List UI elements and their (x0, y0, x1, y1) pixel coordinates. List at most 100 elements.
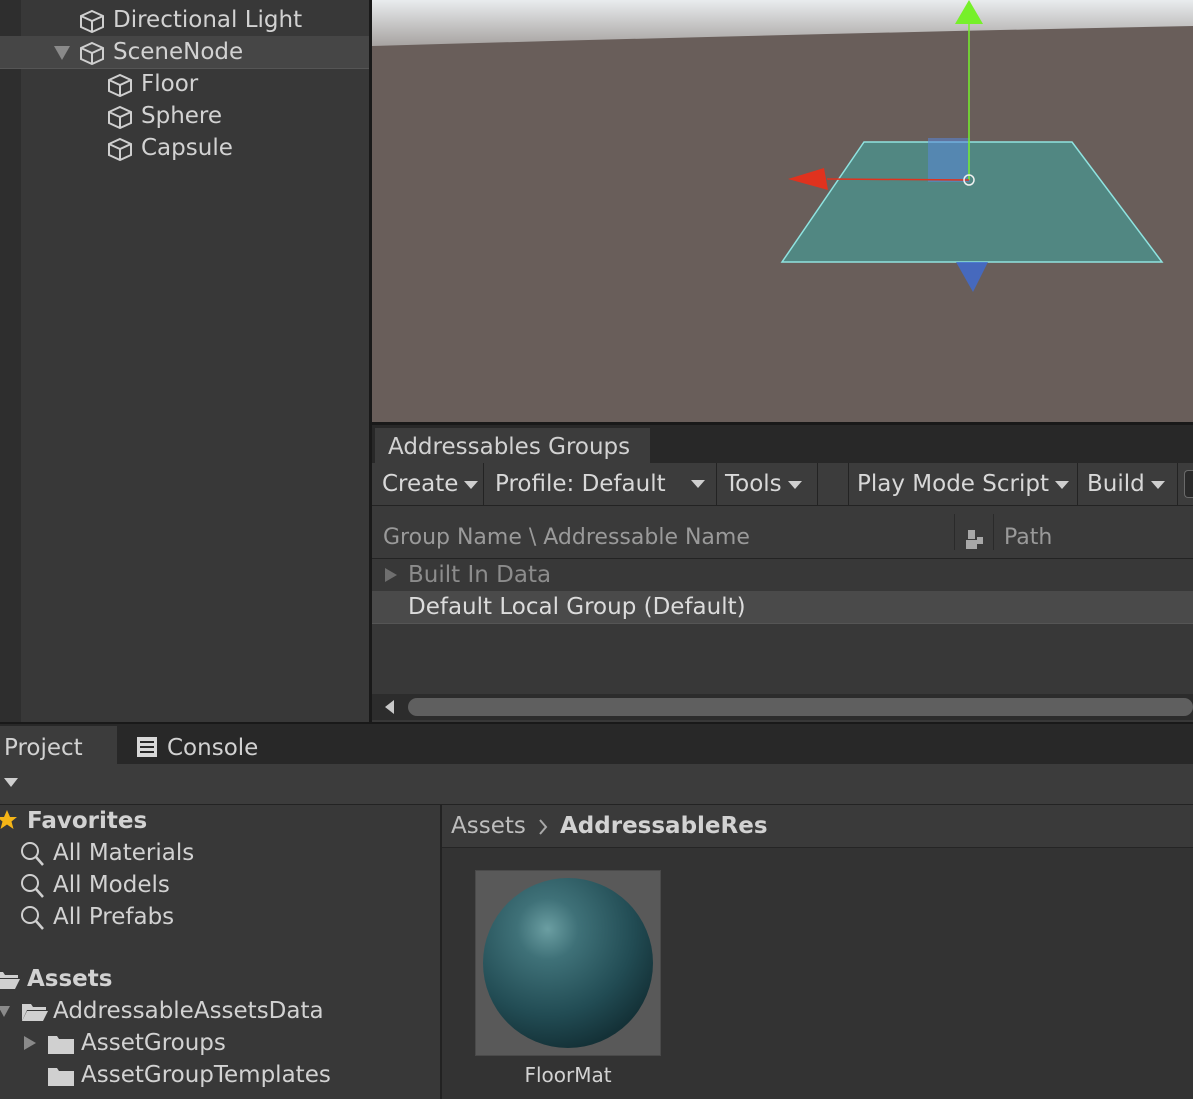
assets-root[interactable]: Assets (0, 963, 440, 995)
asset-label[interactable]: FloorMat (475, 1063, 661, 1087)
expand-arrow-icon[interactable] (0, 1006, 10, 1017)
expand-arrow-icon[interactable] (54, 46, 70, 60)
scroll-left-icon[interactable] (385, 700, 394, 714)
build-dropdown[interactable]: Build (1078, 463, 1178, 505)
project-toolbar (0, 764, 1193, 805)
hierarchy-item-label: SceneNode (113, 39, 244, 65)
favorite-item-all-models[interactable]: All Models (0, 869, 440, 901)
project-folder-tree: Favorites All Materials All Models All P… (0, 805, 440, 1099)
chevron-down-icon (1054, 480, 1069, 489)
addressables-groups-window: Addressables Groups Create Profile: Defa… (372, 422, 1193, 722)
favorite-label: All Prefabs (53, 904, 175, 930)
expand-arrow-icon[interactable] (385, 568, 397, 582)
favorite-item-all-prefabs[interactable]: All Prefabs (0, 901, 440, 933)
folder-assetgroups[interactable]: AssetGroups (0, 1027, 440, 1059)
gizmo-plane-handle[interactable] (928, 138, 970, 182)
collapse-arrow-icon[interactable] (24, 1036, 36, 1050)
favorites-header[interactable]: Favorites (0, 805, 440, 837)
create-label: Create (382, 471, 459, 497)
tab-addressables-groups[interactable]: Addressables Groups (375, 428, 650, 466)
group-label: Default Local Group (Default) (408, 594, 746, 620)
gameobject-cube-icon (108, 73, 132, 97)
project-tab-bar: Project Console (0, 722, 1193, 766)
scene-view[interactable] (372, 0, 1193, 422)
folder-icon (48, 1036, 74, 1054)
folder-open-icon (22, 1004, 48, 1021)
console-icon (137, 737, 157, 757)
search-icon (21, 874, 44, 898)
asset-tile-floormat[interactable] (475, 870, 661, 1056)
floor-plane[interactable] (780, 141, 1164, 263)
hierarchy-item-sphere[interactable]: Sphere (0, 100, 370, 132)
create-menu-icon[interactable] (4, 778, 18, 787)
favorite-item-all-materials[interactable]: All Materials (0, 837, 440, 869)
project-asset-view: Assets AddressableRes FloorMat (442, 805, 1193, 1099)
search-icon (21, 842, 44, 866)
favorite-label: All Models (53, 872, 170, 898)
gizmo-z-cone[interactable] (956, 262, 988, 292)
profile-dropdown[interactable]: Profile: Default (484, 463, 717, 505)
hierarchy-panel: Directional Light SceneNode Floor Sphere… (0, 0, 370, 722)
chevron-down-icon (787, 480, 802, 489)
folder-label: AddressableAssetsData (53, 998, 324, 1024)
folder-assetgrouptemplates[interactable]: AssetGroupTemplates (0, 1059, 440, 1091)
folder-addressableassetsdata[interactable]: AddressableAssetsData (0, 995, 440, 1027)
hierarchy-item-scenenode[interactable]: SceneNode (0, 36, 370, 69)
group-row-built-in-data[interactable]: Built In Data (372, 559, 1193, 591)
chevron-down-icon (464, 480, 479, 489)
scene-viewport[interactable] (372, 0, 1193, 422)
addressables-tab-bar: Addressables Groups (372, 422, 1193, 466)
hierarchy-item-directional-light[interactable]: Directional Light (0, 4, 370, 36)
hierarchy-item-label: Directional Light (113, 7, 303, 33)
assets-label: Assets (27, 966, 113, 992)
column-divider[interactable] (993, 514, 994, 550)
column-path[interactable]: Path (1004, 506, 1052, 558)
star-icon (0, 810, 17, 829)
play-mode-script-label: Play Mode Script (857, 471, 1049, 497)
chevron-right-icon (539, 819, 548, 835)
create-dropdown[interactable]: Create (372, 463, 484, 505)
hierarchy-item-floor[interactable]: Floor (0, 68, 370, 100)
breadcrumb-current[interactable]: AddressableRes (560, 805, 768, 847)
toolbar-spacer (818, 463, 849, 505)
gizmo-x-cone[interactable] (788, 168, 828, 190)
scrollbar-thumb[interactable] (408, 698, 1193, 716)
gameobject-cube-icon (80, 9, 104, 33)
search-icon (21, 906, 44, 930)
gizmo-x-axis[interactable] (826, 178, 970, 181)
tab-project-label: Project (4, 735, 83, 761)
folder-label: AssetGroups (81, 1030, 226, 1056)
folder-open-icon (0, 972, 20, 989)
groups-column-header: Group Name \ Addressable Name Path (372, 506, 1193, 559)
hierarchy-item-label: Capsule (141, 135, 233, 161)
material-sphere-preview (483, 878, 653, 1048)
group-row-default-local[interactable]: Default Local Group (Default) (372, 591, 1193, 624)
tab-console[interactable]: Console (117, 726, 277, 766)
tools-label: Tools (725, 471, 782, 497)
hierarchy-item-capsule[interactable]: Capsule (0, 132, 370, 164)
addressables-toolbar: Create Profile: Default Tools Play Mode … (372, 463, 1193, 506)
folder-icon (48, 1068, 74, 1086)
breadcrumb-assets[interactable]: Assets (451, 805, 526, 847)
group-label: Built In Data (408, 562, 552, 588)
hierarchy-item-label: Sphere (141, 103, 223, 129)
chevron-down-icon (1150, 480, 1165, 489)
tab-project[interactable]: Project (0, 726, 117, 766)
profile-label: Profile: Default (495, 471, 666, 497)
column-group-name[interactable]: Group Name \ Addressable Name (383, 506, 750, 558)
skybox-horizon (372, 0, 1193, 46)
play-mode-script-dropdown[interactable]: Play Mode Script (849, 463, 1078, 505)
gameobject-cube-icon (108, 105, 132, 129)
tools-dropdown[interactable]: Tools (717, 463, 818, 505)
gameobject-cube-icon (80, 41, 104, 65)
breadcrumb: Assets AddressableRes (442, 805, 1193, 848)
favorites-label: Favorites (27, 808, 148, 834)
horizontal-scrollbar[interactable] (372, 694, 1193, 720)
gameobject-cube-icon (108, 137, 132, 161)
chevron-down-icon (691, 480, 705, 488)
hierarchy-item-label: Floor (141, 71, 199, 97)
search-field[interactable] (1184, 470, 1193, 498)
favorite-label: All Materials (53, 840, 195, 866)
dependency-icon (966, 530, 983, 549)
column-divider[interactable] (954, 514, 955, 550)
